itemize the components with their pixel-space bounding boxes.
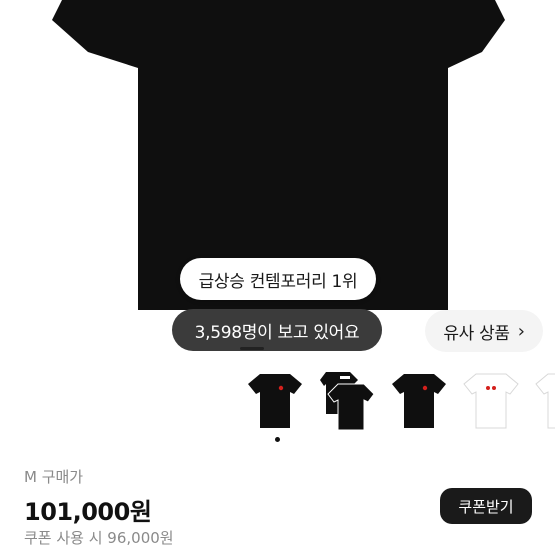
thumbnail-strip bbox=[246, 370, 555, 432]
image-pager-indicator bbox=[240, 347, 264, 350]
chevron-right-icon: › bbox=[517, 320, 525, 342]
size-price-label: M 구매가 bbox=[24, 468, 84, 486]
get-coupon-button[interactable]: 쿠폰받기 bbox=[440, 488, 532, 524]
thumbnail-black-tshirt-2[interactable] bbox=[390, 370, 448, 432]
price: 101,000원 bbox=[24, 498, 152, 526]
similar-products-label: 유사 상품 bbox=[443, 323, 510, 344]
viewers-count-badge: 3,598명이 보고 있어요 bbox=[172, 309, 382, 351]
thumbnail-white-tshirt-partial[interactable] bbox=[534, 370, 555, 432]
thumbnail-white-tshirt[interactable] bbox=[462, 370, 520, 432]
thumbnail-black-tshirt-pack[interactable] bbox=[320, 370, 378, 432]
carousel-dot bbox=[275, 437, 280, 442]
trending-rank-badge: 급상승 컨템포러리 1위 bbox=[180, 258, 376, 300]
similar-products-button[interactable]: 유사 상품 › bbox=[425, 310, 543, 352]
coupon-price: 쿠폰 사용 시 96,000원 bbox=[24, 529, 174, 547]
thumbnail-black-tshirt[interactable] bbox=[246, 370, 304, 432]
